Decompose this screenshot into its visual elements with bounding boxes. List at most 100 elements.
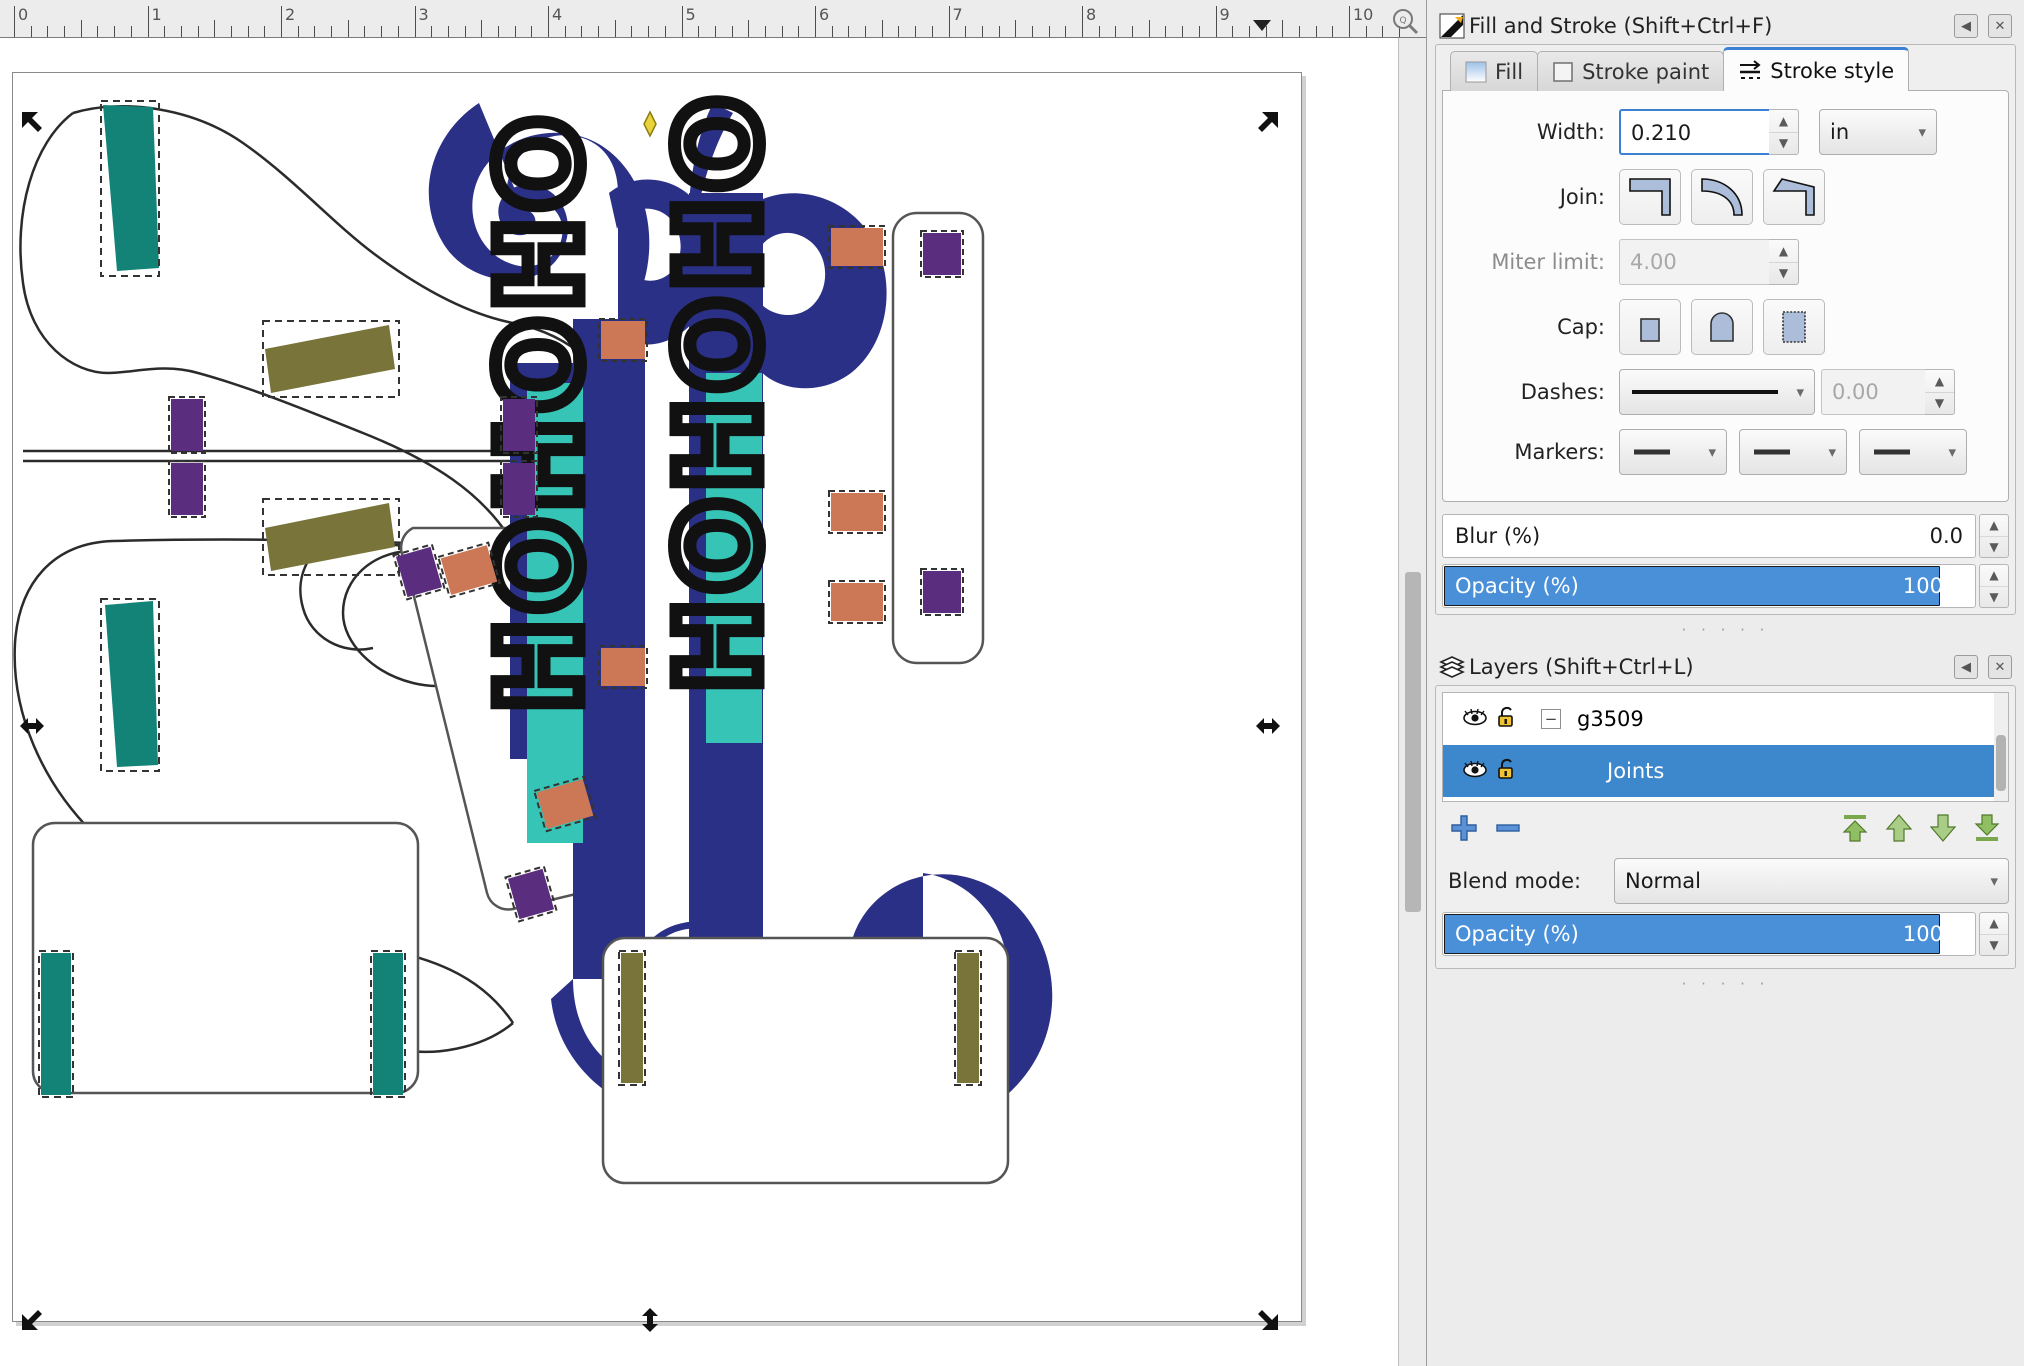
unlock-icon[interactable] [1495,757,1541,786]
lower-to-bottom-icon[interactable] [1965,812,2009,844]
miter-limit-label: Miter limit: [1491,250,1605,274]
close-icon[interactable]: ✕ [1988,14,2012,38]
ruler-tick-minor [965,26,967,37]
layer-opacity-row[interactable]: Opacity (%) 100.0 ▲ ▼ [1442,912,2009,956]
ruler-tick-major [281,6,282,37]
chevron-down-icon: ▾ [1796,383,1804,401]
ruler-tick-major [815,6,816,37]
collapse-left-icon[interactable]: ◀ [1954,14,1978,38]
ruler-tick-label: 7 [952,5,963,24]
select-handle-se[interactable] [1254,1306,1282,1334]
marker-start-select[interactable]: ▾ [1619,429,1727,475]
ruler-tick-minor [848,26,850,37]
remove-layer-icon[interactable] [1486,813,1530,843]
canvas-area[interactable]: 0 1 2 3 4 5 6 7 8 9 10 Q HOHOHO HOHOHO [0,0,1426,1366]
collapse-left-icon[interactable]: ◀ [1954,655,1978,679]
blend-mode-select[interactable]: Normal ▾ [1614,858,2009,904]
opacity-step-up[interactable]: ▲ [1980,565,2008,587]
round-cap-icon [1710,312,1734,342]
marker-mid-select[interactable]: ▾ [1739,429,1847,475]
opacity-slider[interactable]: Opacity (%) 100.0 [1442,564,1976,608]
ruler-tick-minor [30,26,32,37]
butt-cap-icon [1640,318,1660,342]
butt-cap-button[interactable] [1619,299,1681,355]
layers-resize-grip[interactable]: · · · · · [1435,969,2016,1003]
select-handle-ne[interactable] [1254,108,1282,136]
lower-layer-icon[interactable] [1921,812,1965,844]
close-icon[interactable]: ✕ [1988,655,2012,679]
chevron-down-icon: ▾ [1990,872,1998,890]
blur-label: Blur (%) [1455,524,1541,548]
square-cap-button[interactable] [1763,299,1825,355]
layers-title-bar: Layers (Shift+Ctrl+L) ◀ ✕ [1435,649,2016,685]
tab-stroke-paint[interactable]: Stroke paint [1537,51,1725,91]
blur-step-down[interactable]: ▼ [1980,537,2008,558]
layers-list[interactable]: − g3509 Joints [1442,692,2009,802]
select-handle-nw[interactable] [18,108,46,136]
ruler-tick-label: 4 [552,5,563,24]
raise-layer-icon[interactable] [1877,812,1921,844]
ruler-tick-minor [514,26,516,37]
blur-row[interactable]: Blur (%) 0.0 ▲ ▼ [1442,514,2009,558]
layer-row-g3509[interactable]: − g3509 [1443,693,2008,745]
opacity-stepper[interactable]: ▲ ▼ [1979,564,2009,608]
width-step-up[interactable]: ▲ [1769,110,1798,133]
select-handle-w[interactable] [18,712,46,740]
opacity-row[interactable]: Opacity (%) 100.0 ▲ ▼ [1442,564,2009,608]
tab-stroke-style[interactable]: Stroke style [1723,47,1910,91]
layer-row-joints[interactable]: Joints [1443,745,2008,797]
dashes-select[interactable]: ▾ [1619,369,1815,415]
dash-offset-spinbox: 0.00 ▲ ▼ [1821,369,1955,415]
blur-stepper[interactable]: ▲ ▼ [1979,514,2009,558]
blur-slider[interactable]: Blur (%) 0.0 [1442,514,1976,558]
width-spinbox[interactable]: 0.210 ▲ ▼ [1619,109,1799,155]
ruler-tick-minor [764,26,766,37]
canvas-vertical-scrollbar[interactable] [1398,38,1426,1366]
select-handle-sw[interactable] [18,1306,46,1334]
eye-icon[interactable] [1461,707,1495,732]
blur-step-up[interactable]: ▲ [1980,515,2008,537]
round-cap-button[interactable] [1691,299,1753,355]
horizontal-ruler[interactable]: 0 1 2 3 4 5 6 7 8 9 10 Q [0,0,1426,38]
layer-opacity-slider[interactable]: Opacity (%) 100.0 [1442,912,1976,956]
layer-opacity-step-up[interactable]: ▲ [1980,913,2008,935]
select-handle-s[interactable] [636,1306,664,1334]
ruler-tick-minor [1248,26,1250,37]
layer-opacity-step-down[interactable]: ▼ [1980,935,2008,956]
miter-join-button[interactable] [1619,169,1681,225]
width-input[interactable]: 0.210 [1619,109,1769,155]
opacity-step-down[interactable]: ▼ [1980,587,2008,608]
add-layer-icon[interactable] [1442,813,1486,843]
ruler-tick-minor [1115,26,1117,37]
round-join-button[interactable] [1691,169,1753,225]
scrollbar-thumb[interactable] [1405,572,1421,912]
ruler-tick-minor [364,26,366,37]
panel-resize-grip[interactable]: · · · · · [1435,615,2016,649]
width-step-down[interactable]: ▼ [1769,133,1798,155]
raise-to-top-icon[interactable] [1833,812,1877,844]
scrollbar-thumb[interactable] [1996,735,2006,791]
layers-body: − g3509 Joints Blend mode: Normal ▾ Opac… [1435,685,2016,969]
ruler-tick-minor [331,26,333,37]
width-unit-select[interactable]: in ▾ [1819,109,1937,155]
marker-end-select[interactable]: ▾ [1859,429,1967,475]
expander-collapse-icon[interactable]: − [1541,709,1561,729]
tab-stroke-style-label: Stroke style [1770,58,1895,83]
ruler-tick-major [1215,6,1217,37]
ruler-tick-minor [381,26,383,37]
ruler-tick-major [948,6,950,37]
ruler-tick-label: 3 [418,5,429,24]
select-handle-e[interactable] [1254,712,1282,740]
unlock-icon[interactable] [1495,705,1541,734]
layer-opacity-stepper[interactable]: ▲ ▼ [1979,912,2009,956]
document-page[interactable]: HOHOHO HOHOHO [12,72,1302,1322]
tab-fill-label: Fill [1495,59,1524,84]
layers-scrollbar[interactable] [1994,693,2008,801]
bevel-join-button[interactable] [1763,169,1825,225]
tab-fill[interactable]: Fill [1450,51,1539,91]
eye-icon[interactable] [1461,759,1495,784]
width-stepper[interactable]: ▲ ▼ [1769,109,1799,155]
ruler-tick-minor [1031,26,1033,37]
dashes-label: Dashes: [1520,380,1605,404]
rotation-center-marker[interactable] [636,110,664,138]
